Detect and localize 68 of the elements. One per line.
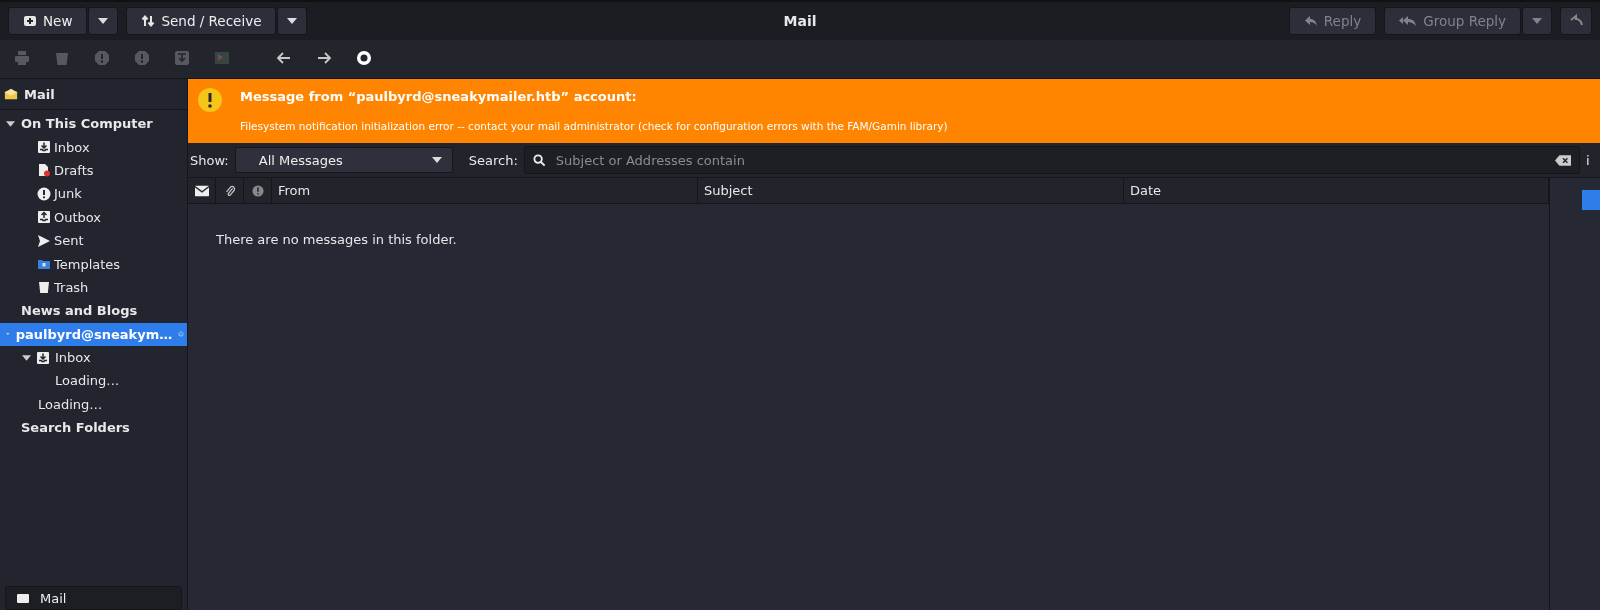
mail-switcher-button[interactable]: Mail xyxy=(5,586,182,610)
banner-title: Message from “paulbyrd@sneakymailer.htb” account: xyxy=(240,89,638,104)
search-icon xyxy=(532,153,546,167)
envelope-icon xyxy=(16,591,30,605)
account-item[interactable]: Search Folders xyxy=(0,416,187,440)
folder-item[interactable]: Trash xyxy=(0,275,187,300)
envelope-icon xyxy=(4,87,18,101)
folder-item[interactable]: Junk xyxy=(0,182,187,206)
cut-off-label: i xyxy=(1586,152,1591,168)
caret-icon xyxy=(287,18,298,24)
inbox-tray-icon xyxy=(36,350,50,365)
double-reply-arrow-icon xyxy=(1399,14,1418,28)
envelope-icon xyxy=(194,184,209,197)
document-icon xyxy=(37,163,51,178)
stop-button[interactable] xyxy=(356,50,374,68)
account-item[interactable]: On This Computer xyxy=(0,112,187,136)
caret-icon xyxy=(1532,18,1542,24)
column-header[interactable]: Subject xyxy=(698,178,1124,203)
show-label: Show: xyxy=(190,152,229,168)
caret-icon xyxy=(431,157,442,163)
inbox-tray-icon xyxy=(37,140,51,155)
banner-message: Filesystem notification initialization error -- contact your mail administrator (check for configuration errors with the FAM/Gamin library) xyxy=(240,120,948,132)
folder-item[interactable]: Templates xyxy=(0,252,187,276)
archive-box-icon xyxy=(174,50,190,66)
right-arrow-icon xyxy=(316,50,332,66)
toolbar-button[interactable] xyxy=(1560,7,1592,35)
plus-icon xyxy=(23,14,37,28)
exclamation-icon xyxy=(250,184,265,197)
colored-square-icon xyxy=(214,50,230,66)
window-title: Mail xyxy=(783,13,817,29)
toolbar-button[interactable]: New xyxy=(8,7,88,35)
folder-item[interactable]: Loading… xyxy=(0,369,187,393)
folder-item[interactable]: Outbox xyxy=(0,205,187,229)
empty-message: There are no messages in this folder. xyxy=(215,231,458,247)
folder-item[interactable]: Inbox xyxy=(0,135,187,159)
toolbar-button[interactable]: Send / Receive xyxy=(126,7,277,35)
exclamation-icon xyxy=(37,186,51,201)
paper-plane-icon xyxy=(37,233,51,248)
account-item[interactable]: paulbyrd@sneakym… xyxy=(0,322,187,346)
trash-icon xyxy=(37,280,51,295)
outbox-tray-icon xyxy=(37,210,51,225)
exclamation-icon xyxy=(94,50,110,66)
warning-icon xyxy=(198,88,222,112)
folder-item[interactable]: Drafts xyxy=(0,158,187,183)
exclamation-icon xyxy=(134,50,150,66)
caret-icon xyxy=(98,18,109,24)
search-label: Search: xyxy=(468,152,518,168)
stop-icon xyxy=(356,50,372,66)
folder-item[interactable]: Loading… xyxy=(0,392,187,417)
account-item[interactable]: News and Blogs xyxy=(0,299,187,323)
folder-item[interactable]: Inbox xyxy=(0,345,187,370)
folder-icon xyxy=(37,257,51,272)
up-down-arrows-icon xyxy=(141,14,156,28)
printer-icon xyxy=(14,50,30,66)
left-arrow-icon xyxy=(276,50,292,66)
section-title: Mail xyxy=(24,86,55,102)
scrollbar-thumb[interactable] xyxy=(1582,190,1600,210)
trash-icon xyxy=(54,50,70,66)
clear-icon[interactable] xyxy=(1555,154,1571,166)
search-field[interactable]: Subject or Addresses contain xyxy=(523,146,1580,174)
dropdown-button[interactable] xyxy=(88,7,119,35)
show-dropdown[interactable]: All Messages xyxy=(234,147,453,173)
reply-arrow-icon xyxy=(1303,14,1318,28)
dropdown-button[interactable] xyxy=(277,7,308,35)
search-input[interactable]: Subject or Addresses contain xyxy=(553,151,1547,169)
folder-item[interactable]: Sent xyxy=(0,228,187,253)
column-header[interactable]: Date xyxy=(1124,178,1549,203)
column-header[interactable]: From xyxy=(272,178,698,203)
